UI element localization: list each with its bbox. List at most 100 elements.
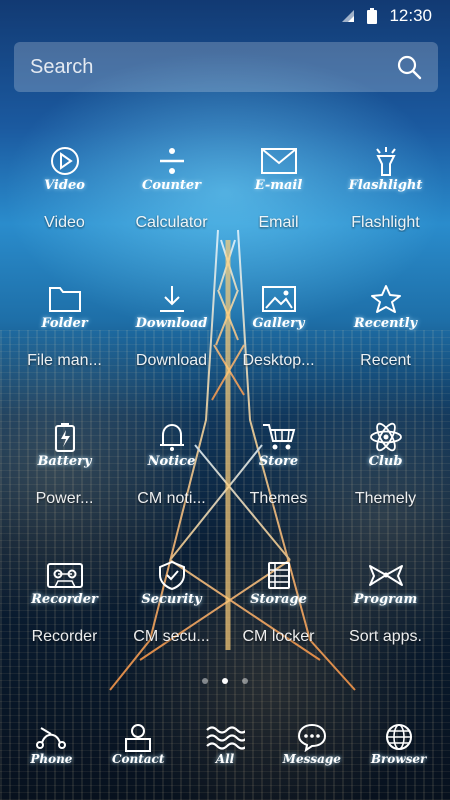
bell-icon — [159, 423, 184, 451]
page-dot[interactable] — [242, 678, 248, 684]
icon-script: Program — [353, 592, 418, 607]
app-icon: Program — [336, 554, 436, 618]
app-cm-locker[interactable]: Storage CM locker — [225, 554, 332, 692]
app-icon: Recently — [336, 278, 436, 342]
app-icon: Notice — [122, 416, 222, 480]
app-icon: Download — [122, 278, 222, 342]
app-video[interactable]: Video Video — [11, 140, 118, 278]
contact-icon — [125, 724, 152, 752]
app-themely[interactable]: Club Themely — [332, 416, 439, 554]
app-themes[interactable]: Store Themes — [225, 416, 332, 554]
app-icon: Video — [15, 140, 115, 204]
app-power[interactable]: Battery Power... — [11, 416, 118, 554]
dock-all[interactable]: All — [182, 722, 268, 782]
icon-script: Store — [258, 454, 299, 469]
app-recorder[interactable]: Recorder Recorder — [11, 554, 118, 692]
app-label: Power... — [35, 490, 94, 507]
app-icon: Store — [229, 416, 329, 480]
cart-icon — [262, 424, 295, 450]
flashlight-icon — [375, 147, 396, 176]
envelope-icon — [260, 148, 297, 174]
star-icon — [370, 285, 401, 313]
picture-icon — [261, 286, 296, 312]
icon-script: Recently — [353, 316, 418, 331]
app-label: Email — [258, 214, 299, 231]
dock-phone[interactable]: Phone — [8, 722, 94, 782]
app-icon: E-mail — [229, 140, 329, 204]
icon-script: Recorder — [31, 592, 98, 607]
icon-script: All — [215, 752, 235, 766]
icon-script: Gallery — [252, 316, 305, 331]
icon-script: Download — [135, 316, 208, 331]
atom-icon — [369, 422, 402, 452]
folder-icon — [48, 287, 81, 312]
icon-script: Contact — [111, 752, 165, 766]
app-flashlight[interactable]: Flashlight Flashlight — [332, 140, 439, 278]
app-icon: Storage — [229, 554, 329, 618]
icon-script: Browser — [370, 752, 427, 766]
app-download[interactable]: Download Download — [118, 278, 225, 416]
app-label: CM secu... — [133, 628, 210, 645]
page-dot-active[interactable] — [222, 678, 228, 684]
divide-icon — [159, 148, 184, 174]
app-calculator[interactable]: Counter Calculator — [118, 140, 225, 278]
status-bar: 12:30 — [0, 0, 450, 32]
app-icon: Recorder — [15, 554, 115, 618]
app-icon: Counter — [122, 140, 222, 204]
app-label: Desktop... — [242, 352, 315, 369]
app-icon: Security — [122, 554, 222, 618]
cassette-icon — [46, 563, 83, 588]
dock-browser[interactable]: Browser — [356, 722, 442, 782]
app-icon: Flashlight — [336, 140, 436, 204]
app-icon: Gallery — [229, 278, 329, 342]
phone-icon — [36, 727, 67, 749]
status-time: 12:30 — [389, 6, 432, 25]
storage-icon — [267, 562, 290, 589]
app-label: Recorder — [31, 628, 98, 645]
icon-script: Phone — [30, 752, 73, 766]
globe-icon — [385, 724, 412, 750]
app-file-manager[interactable]: Folder File man... — [11, 278, 118, 416]
search-icon[interactable] — [396, 54, 422, 80]
app-grid: Video Video Counter Calculator E-mail Em… — [0, 140, 450, 692]
app-label: File man... — [27, 352, 102, 369]
app-label: Themely — [354, 490, 417, 507]
app-label: Sort apps. — [349, 628, 422, 645]
app-label: Flashlight — [351, 214, 420, 231]
search-placeholder: Search — [30, 55, 94, 78]
battery-charge-icon — [54, 423, 75, 452]
icon-script: E-mail — [254, 178, 303, 193]
app-label: CM noti... — [137, 490, 206, 507]
battery-icon — [367, 8, 378, 24]
app-cm-security[interactable]: Security CM secu... — [118, 554, 225, 692]
signal-icon — [342, 10, 355, 22]
message-icon — [297, 723, 326, 752]
app-icon: Battery — [15, 416, 115, 480]
icon-script: Counter — [141, 178, 202, 193]
app-desktop[interactable]: Gallery Desktop... — [225, 278, 332, 416]
app-label: Download — [135, 352, 208, 369]
search-bar[interactable]: Search — [14, 42, 438, 92]
app-cm-notifications[interactable]: Notice CM noti... — [118, 416, 225, 554]
dock: Phone Contact All Message Browser — [0, 722, 450, 782]
icon-script: Battery — [37, 454, 92, 469]
app-label: Video — [44, 214, 85, 231]
waves-icon — [206, 726, 245, 750]
dock-contact[interactable]: Contact — [95, 722, 181, 782]
icon-script: Video — [44, 178, 85, 193]
dock-message[interactable]: Message — [269, 722, 355, 782]
page-indicator — [0, 678, 450, 684]
app-sort-apps[interactable]: Program Sort apps. — [332, 554, 439, 692]
shield-icon — [158, 560, 185, 590]
icon-script: Flashlight — [348, 178, 423, 193]
icon-script: Storage — [250, 592, 307, 607]
app-label: Themes — [249, 490, 308, 507]
app-label: Calculator — [135, 214, 208, 231]
app-email[interactable]: E-mail Email — [225, 140, 332, 278]
page-dot[interactable] — [202, 678, 208, 684]
icon-script: Notice — [147, 454, 196, 469]
app-recent[interactable]: Recently Recent — [332, 278, 439, 416]
bow-icon — [368, 565, 403, 586]
app-icon: Club — [336, 416, 436, 480]
icon-script: Message — [282, 752, 341, 766]
